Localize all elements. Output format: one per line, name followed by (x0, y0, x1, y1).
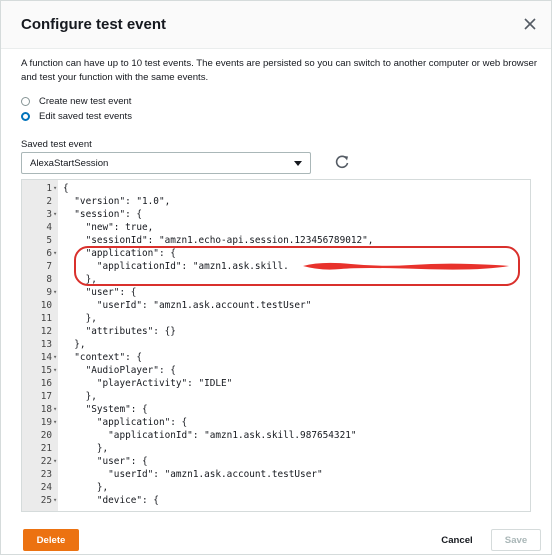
line-number: 4 (46, 222, 52, 233)
code-line: 16 "playerActivity": "IDLE" (22, 377, 530, 390)
line-number: 10 (40, 300, 52, 311)
code-text: }, (63, 443, 109, 454)
code-text: }, (63, 482, 109, 493)
code-editor[interactable]: 1 ▾{2 "version": "1.0", 3 ▾ "session": {4 "… (21, 179, 531, 512)
cancel-button[interactable]: Cancel (431, 529, 483, 551)
saved-test-event-value: AlexaStartSession (30, 157, 109, 169)
line-number: 7 (46, 261, 52, 272)
code-line: 9 ▾ "user": { (22, 286, 530, 299)
dialog-description: A function can have up to 10 test events… (21, 58, 538, 83)
close-icon[interactable] (521, 15, 539, 33)
line-number: 6 (46, 248, 52, 259)
line-number: 18 (40, 404, 52, 415)
save-button[interactable]: Save (491, 529, 541, 551)
refresh-icon[interactable] (334, 154, 350, 170)
line-number: 8 (46, 274, 52, 285)
line-number: 24 (40, 482, 52, 493)
edit-saved-test-events-option[interactable]: Edit saved test events (21, 109, 132, 123)
fold-toggle-icon[interactable]: ▾ (53, 416, 59, 429)
code-text: }, (63, 313, 97, 324)
fold-toggle-icon[interactable]: ▾ (53, 351, 59, 364)
code-line: 12 "attributes": {} (22, 325, 530, 338)
code-text: "application": { (63, 417, 188, 428)
code-text: "context": { (63, 352, 143, 363)
code-line: 20 "applicationId": "amzn1.ask.skill.987… (22, 429, 530, 442)
line-number: 2 (46, 196, 52, 207)
code-text: }, (63, 339, 86, 350)
code-line: 17 }, (22, 390, 530, 403)
code-text: "userId": "amzn1.ask.account.testUser" (63, 469, 323, 480)
code-line: 2 "version": "1.0", (22, 195, 530, 208)
line-number: 5 (46, 235, 52, 246)
edit-radio-label: Edit saved test events (39, 110, 132, 122)
dialog-title: Configure test event (21, 16, 167, 33)
code-text: "version": "1.0", (63, 196, 171, 207)
code-text: "device": { (63, 495, 159, 506)
line-number: 19 (40, 417, 52, 428)
dialog-header: Configure test event (1, 1, 551, 49)
line-number: 14 (40, 352, 52, 363)
create-new-test-event-option[interactable]: Create new test event (21, 94, 131, 108)
fold-toggle-icon[interactable]: ▾ (53, 494, 59, 507)
saved-test-event-select[interactable]: AlexaStartSession (21, 152, 311, 174)
line-number: 13 (40, 339, 52, 350)
dialog-footer: Delete Cancel Save (1, 517, 551, 555)
code-line: 14 ▾ "context": { (22, 351, 530, 364)
line-number: 3 (46, 209, 52, 220)
redaction-mark (303, 262, 509, 270)
line-number: 20 (40, 430, 52, 441)
fold-toggle-icon[interactable]: ▾ (53, 403, 59, 416)
code-text: "session": { (63, 209, 143, 220)
code-line: 25 ▾ "device": { (22, 494, 530, 507)
code-line: 10 "userId": "amzn1.ask.account.testUser… (22, 299, 530, 312)
fold-toggle-icon[interactable]: ▾ (53, 286, 59, 299)
code-text: "applicationId": "amzn1.ask.skill.987654… (63, 430, 357, 441)
edit-radio[interactable] (21, 111, 30, 121)
code-line: 24 }, (22, 481, 530, 494)
create-radio[interactable] (21, 96, 30, 106)
code-text: "AudioPlayer": { (63, 365, 176, 376)
code-text: "System": { (63, 404, 148, 415)
saved-test-event-label: Saved test event (21, 139, 92, 150)
fold-toggle-icon[interactable]: ▾ (53, 247, 59, 260)
line-number: 22 (40, 456, 52, 467)
caret-down-icon (294, 161, 302, 166)
line-number: 23 (40, 469, 52, 480)
code-text: }, (63, 391, 97, 402)
fold-toggle-icon[interactable]: ▾ (53, 208, 59, 221)
code-text: "user": { (63, 456, 148, 467)
line-number: 16 (40, 378, 52, 389)
line-number: 12 (40, 326, 52, 337)
code-text: "playerActivity": "IDLE" (63, 378, 233, 389)
code-line: 23 "userId": "amzn1.ask.account.testUser… (22, 468, 530, 481)
line-number: 15 (40, 365, 52, 376)
configure-test-event-dialog: Configure test event A function can have… (0, 0, 552, 555)
line-number: 11 (40, 313, 52, 324)
line-number: 9 (46, 287, 52, 298)
code-text: "userId": "amzn1.ask.account.testUser" (63, 300, 312, 311)
code-line: 3 ▾ "session": { (22, 208, 530, 221)
code-line: 21 }, (22, 442, 530, 455)
code-line: 15 ▾ "AudioPlayer": { (22, 364, 530, 377)
code-text: "user": { (63, 287, 137, 298)
fold-toggle-icon[interactable]: ▾ (53, 182, 59, 195)
line-number: 17 (40, 391, 52, 402)
delete-button[interactable]: Delete (23, 529, 79, 551)
line-number: 25 (40, 495, 52, 506)
fold-toggle-icon[interactable]: ▾ (53, 455, 59, 468)
code-line: 1 ▾ { (22, 182, 530, 195)
code-line: 4 "new": true, (22, 221, 530, 234)
line-number: 1 (46, 183, 52, 194)
code-text: { (63, 183, 69, 194)
code-line: 19 ▾ "application": { (22, 416, 530, 429)
create-radio-label: Create new test event (39, 95, 132, 107)
code-text: "new": true, (63, 222, 154, 233)
line-number: 21 (40, 443, 52, 454)
code-line: 22 ▾ "user": { (22, 455, 530, 468)
fold-toggle-icon[interactable]: ▾ (53, 364, 59, 377)
code-line: 18 ▾ "System": { (22, 403, 530, 416)
code-line: 11 }, (22, 312, 530, 325)
code-text: "attributes": {} (63, 326, 176, 337)
code-line: 13 }, (22, 338, 530, 351)
